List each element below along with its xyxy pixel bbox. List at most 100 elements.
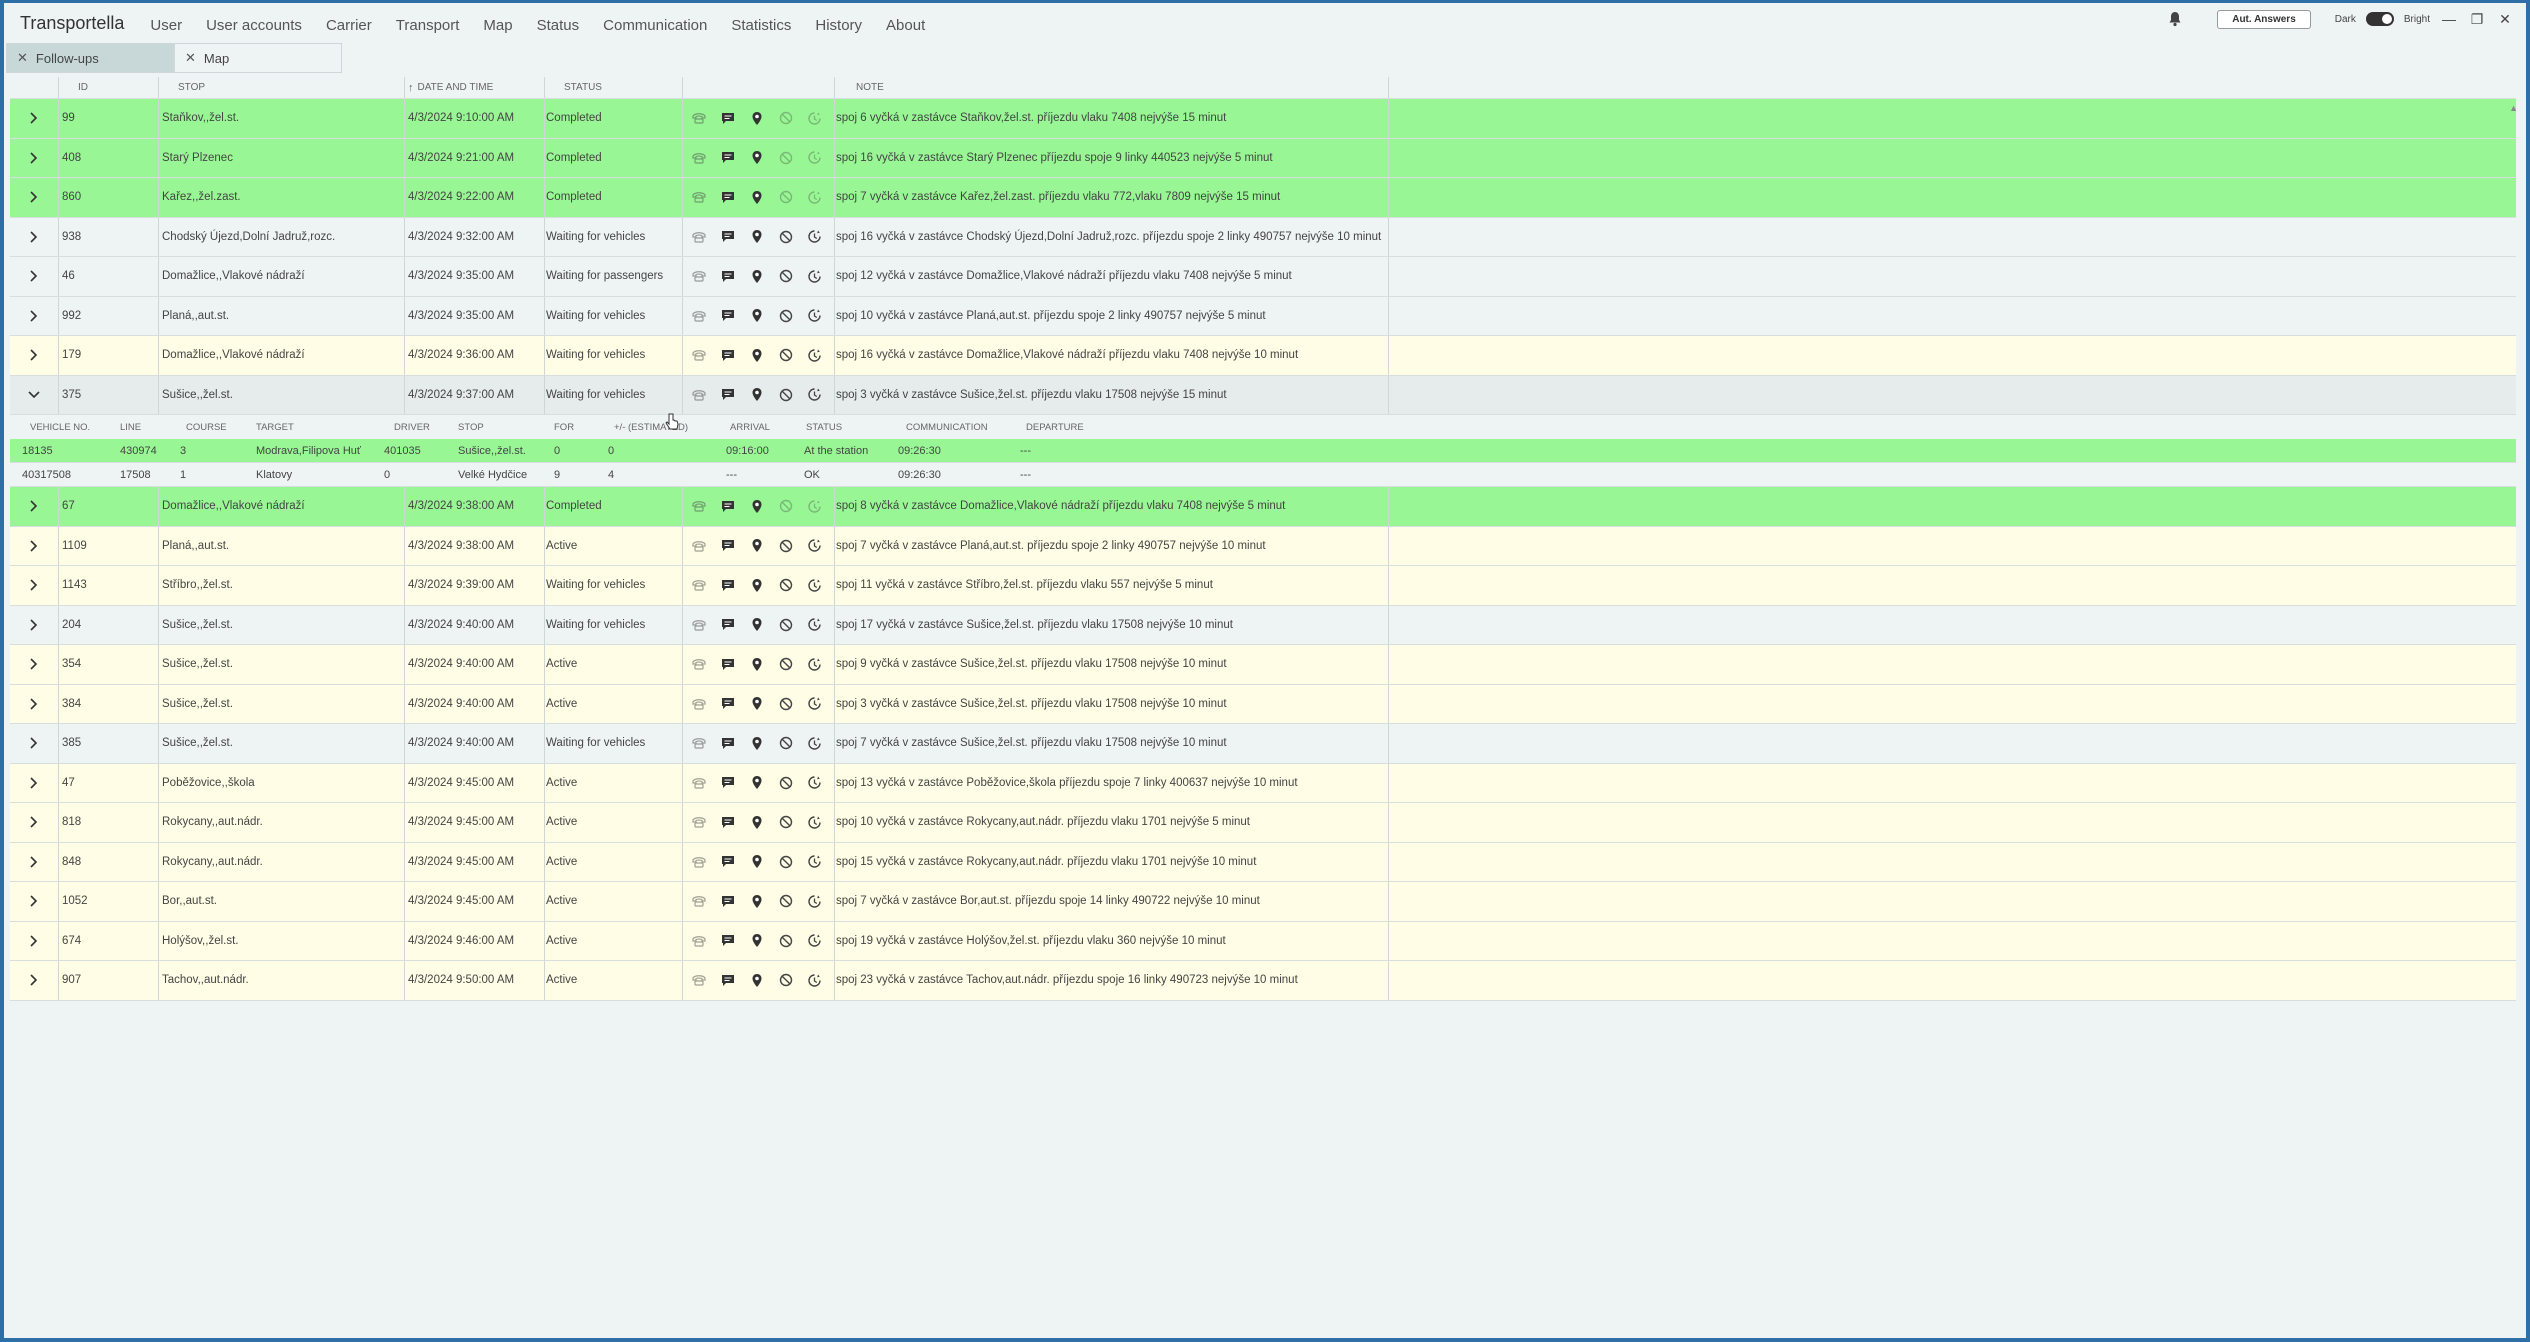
- expand-row-button[interactable]: [28, 724, 40, 763]
- chat-icon[interactable]: [713, 227, 742, 247]
- map-pin-icon[interactable]: [742, 852, 771, 872]
- map-pin-icon[interactable]: [742, 187, 771, 207]
- block-icon[interactable]: [771, 385, 800, 405]
- table-row[interactable]: 860 Kařez,,žel.zast. 4/3/2024 9:22:00 AM…: [10, 178, 2516, 218]
- chat-icon[interactable]: [713, 108, 742, 128]
- phone-icon[interactable]: [684, 654, 713, 674]
- table-row[interactable]: 47 Poběžovice,,škola 4/3/2024 9:45:00 AM…: [10, 763, 2516, 803]
- block-icon[interactable]: [771, 536, 800, 556]
- block-icon[interactable]: [771, 970, 800, 990]
- map-pin-icon[interactable]: [742, 733, 771, 753]
- map-pin-icon[interactable]: [742, 148, 771, 168]
- block-icon[interactable]: [771, 187, 800, 207]
- menu-communication[interactable]: Communication: [603, 12, 707, 34]
- map-pin-icon[interactable]: [742, 891, 771, 911]
- table-row[interactable]: 1052 Bor,,aut.st. 4/3/2024 9:45:00 AM Ac…: [10, 882, 2516, 922]
- expand-row-button[interactable]: [28, 336, 40, 375]
- phone-icon[interactable]: [684, 496, 713, 516]
- table-row[interactable]: 67 Domažlice,,Vlakové nádraží 4/3/2024 9…: [10, 487, 2516, 527]
- clock-icon[interactable]: [800, 575, 829, 595]
- block-icon[interactable]: [771, 773, 800, 793]
- phone-icon[interactable]: [684, 931, 713, 951]
- menu-transport[interactable]: Transport: [396, 12, 460, 34]
- clock-icon[interactable]: [800, 187, 829, 207]
- minimize-icon[interactable]: —: [2440, 11, 2458, 27]
- chat-icon[interactable]: [713, 891, 742, 911]
- clock-icon[interactable]: [800, 345, 829, 365]
- chat-icon[interactable]: [713, 654, 742, 674]
- phone-icon[interactable]: [684, 345, 713, 365]
- block-icon[interactable]: [771, 496, 800, 516]
- map-pin-icon[interactable]: [742, 385, 771, 405]
- block-icon[interactable]: [771, 694, 800, 714]
- chat-icon[interactable]: [713, 306, 742, 326]
- expand-row-button[interactable]: [28, 566, 40, 605]
- chat-icon[interactable]: [713, 931, 742, 951]
- map-pin-icon[interactable]: [742, 496, 771, 516]
- table-row[interactable]: 907 Tachov,,aut.nádr. 4/3/2024 9:50:00 A…: [10, 961, 2516, 1001]
- vehicle-row[interactable]: 18135 430974 3 Modrava,Filipova Huť 401035 Su…: [10, 439, 2516, 463]
- block-icon[interactable]: [771, 654, 800, 674]
- phone-icon[interactable]: [684, 306, 713, 326]
- block-icon[interactable]: [771, 812, 800, 832]
- expand-row-button[interactable]: [28, 218, 40, 257]
- phone-icon[interactable]: [684, 852, 713, 872]
- table-row[interactable]: 384 Sušice,,žel.st. 4/3/2024 9:40:00 AM …: [10, 684, 2516, 724]
- map-pin-icon[interactable]: [742, 773, 771, 793]
- table-row[interactable]: 99 Staňkov,,žel.st. 4/3/2024 9:10:00 AM …: [10, 99, 2516, 139]
- header-stop[interactable]: STOP: [178, 77, 205, 98]
- close-window-icon[interactable]: ✕: [2496, 11, 2514, 28]
- menu-status[interactable]: Status: [537, 12, 580, 34]
- map-pin-icon[interactable]: [742, 227, 771, 247]
- clock-icon[interactable]: [800, 654, 829, 674]
- phone-icon[interactable]: [684, 891, 713, 911]
- chat-icon[interactable]: [713, 266, 742, 286]
- chat-icon[interactable]: [713, 385, 742, 405]
- block-icon[interactable]: [771, 931, 800, 951]
- block-icon[interactable]: [771, 852, 800, 872]
- chat-icon[interactable]: [713, 733, 742, 753]
- aut-answers-button[interactable]: Aut. Answers: [2217, 9, 2311, 29]
- phone-icon[interactable]: [684, 615, 713, 635]
- scroll-up-icon[interactable]: ▲: [2509, 103, 2518, 113]
- expand-row-button[interactable]: [28, 922, 40, 961]
- phone-icon[interactable]: [684, 694, 713, 714]
- block-icon[interactable]: [771, 266, 800, 286]
- close-tab-icon[interactable]: ✕: [17, 50, 28, 66]
- menu-history[interactable]: History: [815, 12, 862, 34]
- phone-icon[interactable]: [684, 148, 713, 168]
- map-pin-icon[interactable]: [742, 812, 771, 832]
- block-icon[interactable]: [771, 306, 800, 326]
- map-pin-icon[interactable]: [742, 108, 771, 128]
- phone-icon[interactable]: [684, 773, 713, 793]
- restore-icon[interactable]: ❐: [2468, 11, 2486, 28]
- collapse-row-button[interactable]: [28, 376, 40, 415]
- header-id[interactable]: ID: [78, 77, 88, 98]
- clock-icon[interactable]: [800, 385, 829, 405]
- table-row[interactable]: 1109 Planá,,aut.st. 4/3/2024 9:38:00 AM …: [10, 526, 2516, 566]
- phone-icon[interactable]: [684, 733, 713, 753]
- phone-icon[interactable]: [684, 575, 713, 595]
- block-icon[interactable]: [771, 615, 800, 635]
- map-pin-icon[interactable]: [742, 575, 771, 595]
- expand-row-button[interactable]: [28, 178, 40, 217]
- expand-row-button[interactable]: [28, 487, 40, 526]
- map-pin-icon[interactable]: [742, 970, 771, 990]
- close-tab-icon[interactable]: ✕: [185, 50, 196, 66]
- header-note[interactable]: NOTE: [856, 77, 884, 98]
- chat-icon[interactable]: [713, 496, 742, 516]
- clock-icon[interactable]: [800, 931, 829, 951]
- vehicle-row[interactable]: 40317508 17508 1 Klatovy 0 Velké Hydčice 9 4 ---…: [10, 463, 2516, 487]
- block-icon[interactable]: [771, 227, 800, 247]
- map-pin-icon[interactable]: [742, 931, 771, 951]
- chat-icon[interactable]: [713, 575, 742, 595]
- block-icon[interactable]: [771, 575, 800, 595]
- chat-icon[interactable]: [713, 345, 742, 365]
- table-row[interactable]: 408 Starý Plzenec 4/3/2024 9:21:00 AM Co…: [10, 138, 2516, 178]
- map-pin-icon[interactable]: [742, 654, 771, 674]
- table-row[interactable]: 992 Planá,,aut.st. 4/3/2024 9:35:00 AM W…: [10, 296, 2516, 336]
- map-pin-icon[interactable]: [742, 536, 771, 556]
- expand-row-button[interactable]: [28, 606, 40, 645]
- expand-row-button[interactable]: [28, 764, 40, 803]
- phone-icon[interactable]: [684, 187, 713, 207]
